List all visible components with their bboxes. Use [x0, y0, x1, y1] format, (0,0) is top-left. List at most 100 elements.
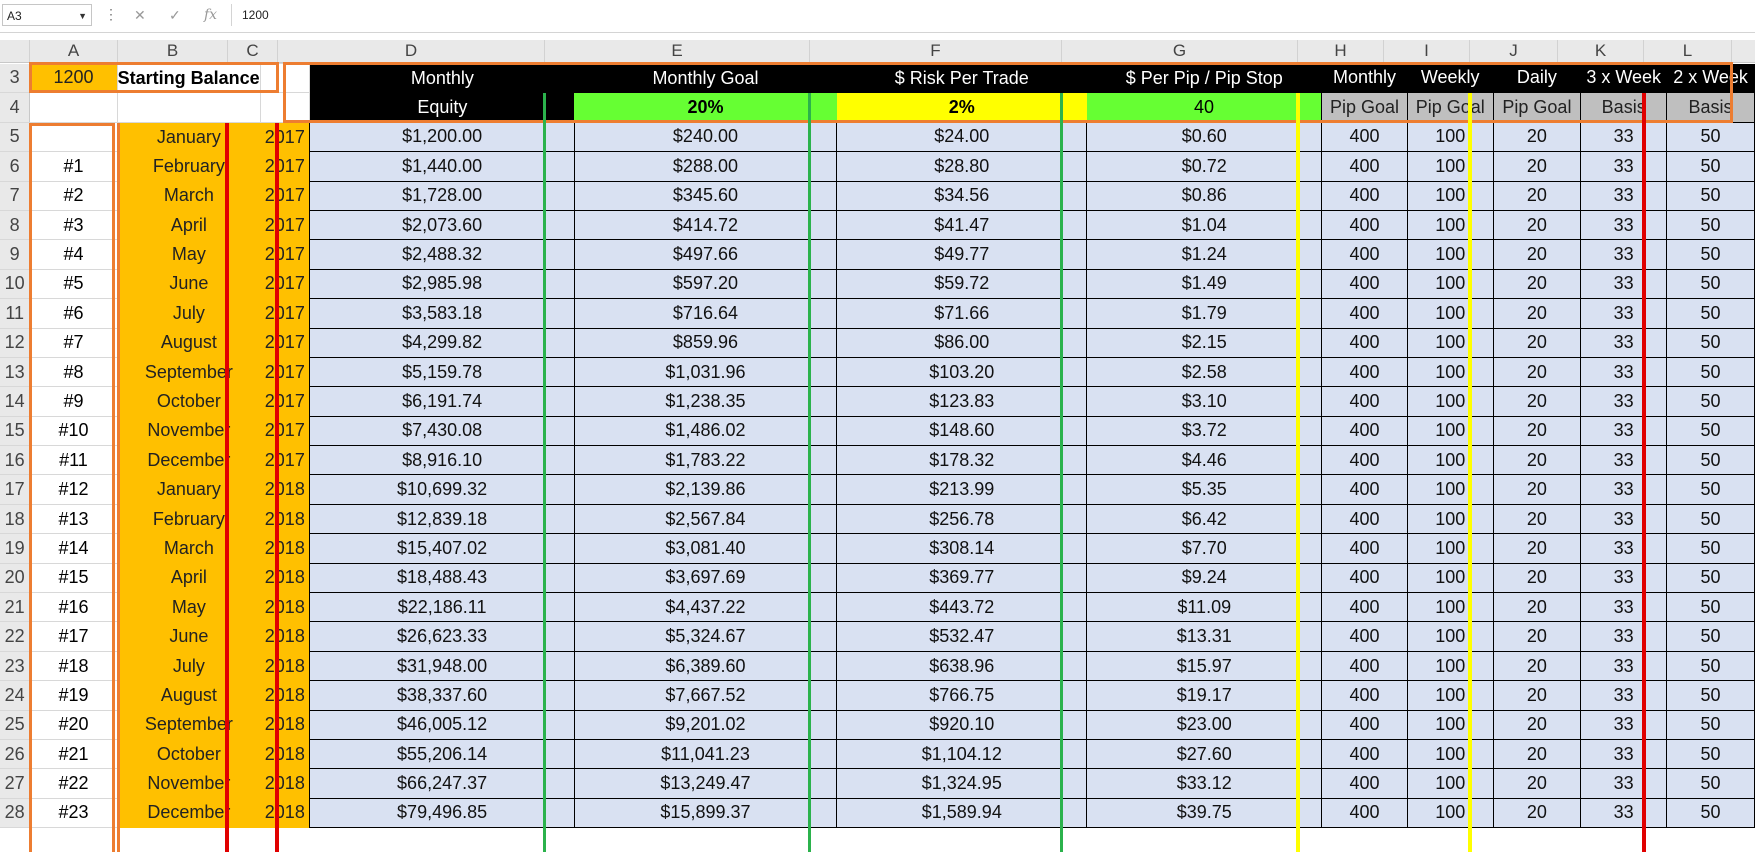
- cell-f4[interactable]: 2%: [836, 92, 1087, 123]
- cell-c[interactable]: 2018: [260, 563, 310, 593]
- cell-b[interactable]: November: [117, 768, 261, 799]
- cell-d[interactable]: $1,728.00: [309, 180, 575, 211]
- cell-c[interactable]: 2018: [260, 798, 310, 828]
- cell-h4[interactable]: Pip Goal: [1321, 92, 1408, 123]
- cell-k[interactable]: 33: [1580, 239, 1668, 270]
- row-header[interactable]: 16: [0, 445, 31, 476]
- cell-c[interactable]: 2017: [260, 386, 310, 417]
- cell-h[interactable]: 400: [1321, 151, 1408, 182]
- cell-c[interactable]: 2017: [260, 210, 310, 240]
- cell-e[interactable]: $716.64: [573, 298, 838, 329]
- more-options-icon[interactable]: ⋮: [104, 6, 118, 23]
- cell-i3[interactable]: Weekly: [1407, 63, 1494, 93]
- cell-i[interactable]: 100: [1406, 356, 1494, 388]
- cell-e[interactable]: $11,041.23: [573, 738, 838, 770]
- cell-j[interactable]: 20: [1492, 268, 1582, 300]
- cell-k[interactable]: 33: [1580, 268, 1668, 300]
- cell-e[interactable]: $2,139.86: [573, 474, 838, 505]
- cell-c[interactable]: 2018: [260, 474, 310, 505]
- cell-g[interactable]: $13.31: [1086, 621, 1323, 652]
- cell-f[interactable]: $638.96: [836, 650, 1088, 682]
- cell-j[interactable]: 20: [1492, 327, 1582, 358]
- cell-l[interactable]: 50: [1666, 298, 1755, 329]
- cell-b[interactable]: August: [117, 328, 261, 358]
- cell-i[interactable]: 100: [1406, 180, 1494, 211]
- cell-c[interactable]: 2017: [260, 445, 310, 475]
- cell-e[interactable]: $1,783.22: [573, 445, 838, 476]
- cell-k[interactable]: 33: [1580, 356, 1668, 388]
- cell-f[interactable]: $71.66: [836, 298, 1088, 329]
- cell-h3[interactable]: Monthly: [1321, 63, 1408, 93]
- cell-i[interactable]: 100: [1406, 445, 1494, 476]
- cell-j3[interactable]: Daily: [1493, 63, 1581, 93]
- cell-e[interactable]: $4,437.22: [573, 592, 838, 623]
- cell-k[interactable]: 33: [1580, 298, 1668, 329]
- cell-j[interactable]: 20: [1492, 209, 1582, 241]
- row-header[interactable]: 23: [0, 651, 31, 682]
- cell-k[interactable]: 33: [1580, 474, 1668, 505]
- cell-k[interactable]: 33: [1580, 650, 1668, 682]
- cell-e[interactable]: $1,238.35: [573, 386, 838, 417]
- cell-j[interactable]: 20: [1492, 650, 1582, 682]
- cell-i[interactable]: 100: [1406, 650, 1494, 682]
- cell-b[interactable]: July: [117, 651, 261, 681]
- cell-b[interactable]: December: [117, 798, 261, 828]
- cell-f[interactable]: $24.00: [836, 121, 1088, 153]
- cell-a[interactable]: #9: [29, 386, 118, 417]
- cell-b[interactable]: June: [117, 269, 261, 299]
- cell-d[interactable]: $10,699.32: [309, 474, 575, 505]
- cell-h[interactable]: 400: [1321, 180, 1408, 211]
- cell-i[interactable]: 100: [1406, 298, 1494, 329]
- cell-a[interactable]: #6: [29, 298, 118, 329]
- cell-g[interactable]: $2.58: [1086, 356, 1323, 388]
- cell-j[interactable]: 20: [1492, 386, 1582, 417]
- cell-g[interactable]: $0.60: [1086, 121, 1323, 153]
- cell-j[interactable]: 20: [1492, 474, 1582, 505]
- cell-b[interactable]: August: [117, 680, 261, 711]
- cell-b[interactable]: June: [117, 621, 261, 652]
- cell-l[interactable]: 50: [1666, 503, 1755, 535]
- cell-e[interactable]: $9,201.02: [573, 709, 838, 740]
- cell-k[interactable]: 33: [1580, 738, 1668, 770]
- cell-e[interactable]: $1,031.96: [573, 356, 838, 388]
- row-header[interactable]: 21: [0, 592, 31, 623]
- row-header[interactable]: 9: [0, 239, 31, 270]
- cell-b[interactable]: December: [117, 445, 261, 475]
- cell-a[interactable]: #19: [29, 680, 118, 711]
- cell-e[interactable]: $5,324.67: [573, 621, 838, 652]
- cell-f[interactable]: $369.77: [836, 562, 1088, 594]
- cell-b[interactable]: May: [117, 239, 261, 270]
- cell-f[interactable]: $103.20: [836, 356, 1088, 388]
- cell-i4[interactable]: Pip Goal: [1406, 92, 1494, 123]
- cell-j[interactable]: 20: [1492, 709, 1582, 740]
- cell-a[interactable]: #22: [29, 768, 118, 799]
- cell-c[interactable]: 2017: [260, 239, 310, 270]
- cancel-icon[interactable]: ✕: [134, 4, 146, 26]
- cell-d[interactable]: $55,206.14: [309, 738, 575, 770]
- cell-k4[interactable]: Basis: [1580, 92, 1668, 123]
- cell-l[interactable]: 50: [1666, 650, 1755, 682]
- cell-h[interactable]: 400: [1321, 797, 1408, 829]
- cell-d[interactable]: $7,430.08: [309, 415, 575, 447]
- cell-c[interactable]: 2018: [260, 504, 310, 534]
- cell-i[interactable]: 100: [1406, 386, 1494, 417]
- cell-c[interactable]: 2018: [260, 533, 310, 564]
- cell-j[interactable]: 20: [1492, 533, 1582, 564]
- cell-e[interactable]: $597.20: [573, 268, 838, 300]
- cell-e[interactable]: $414.72: [573, 209, 838, 241]
- cell-b[interactable]: March: [117, 181, 261, 211]
- cell-f[interactable]: $920.10: [836, 709, 1088, 740]
- cell-d[interactable]: $46,005.12: [309, 709, 575, 740]
- row-header[interactable]: 14: [0, 386, 31, 417]
- cell-k[interactable]: 33: [1580, 621, 1668, 652]
- cell-e[interactable]: $7,667.52: [573, 680, 838, 711]
- cell-g[interactable]: $19.17: [1086, 680, 1323, 711]
- row-header[interactable]: 11: [0, 298, 31, 329]
- cell-l[interactable]: 50: [1666, 621, 1755, 652]
- cell-e[interactable]: $345.60: [573, 180, 838, 211]
- cell-d[interactable]: $6,191.74: [309, 386, 575, 417]
- cell-k[interactable]: 33: [1580, 797, 1668, 829]
- cell-i[interactable]: 100: [1406, 709, 1494, 740]
- cell-l[interactable]: 50: [1666, 738, 1755, 770]
- column-header-g[interactable]: G: [1062, 40, 1298, 62]
